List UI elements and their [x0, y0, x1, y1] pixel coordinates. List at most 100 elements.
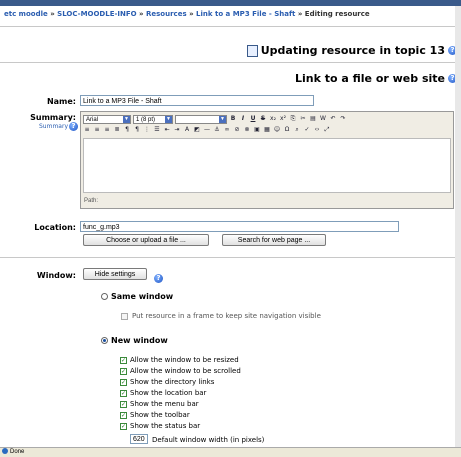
- highlight-color-icon[interactable]: ◩: [193, 126, 201, 134]
- option-label: Show the status bar: [130, 422, 201, 430]
- breadcrumb-separator: »: [297, 10, 303, 18]
- font-size-value: 1 (8 pt): [136, 116, 156, 123]
- new-window-radio[interactable]: [101, 337, 108, 344]
- status-text: Done: [10, 449, 25, 455]
- name-label: Name:: [46, 97, 76, 106]
- justify-icon[interactable]: ≣: [113, 126, 121, 134]
- anchor-icon[interactable]: ⚓: [213, 126, 221, 134]
- search-web-page-button[interactable]: Search for web page ...: [222, 234, 326, 246]
- section-title: Link to a file or web site ?: [295, 72, 457, 85]
- align-center-icon[interactable]: ≡: [93, 126, 101, 134]
- italic-icon[interactable]: I: [239, 115, 247, 123]
- nolink-icon[interactable]: ⊗: [243, 126, 251, 134]
- unordered-list-icon[interactable]: ☰: [153, 126, 161, 134]
- image-icon[interactable]: ▣: [253, 126, 261, 134]
- html-source-icon[interactable]: ‹›: [313, 126, 321, 134]
- table-icon[interactable]: ▦: [263, 126, 271, 134]
- unlink-icon[interactable]: ⊘: [233, 126, 241, 134]
- same-window-radio[interactable]: [101, 293, 108, 300]
- hide-settings-button[interactable]: Hide settings: [83, 268, 147, 280]
- summary-label: Summary:: [30, 113, 76, 122]
- location-bar-checkbox[interactable]: ✓: [120, 390, 127, 397]
- option-label: Show the menu bar: [130, 400, 199, 408]
- breadcrumb-current: Editing resource: [304, 10, 370, 18]
- menubar-checkbox[interactable]: ✓: [120, 401, 127, 408]
- ltr-icon[interactable]: ¶: [123, 126, 131, 134]
- location-input[interactable]: func_g.mp3: [80, 221, 399, 232]
- redo-icon[interactable]: ↷: [339, 115, 347, 123]
- editor-path-label: Path:: [84, 198, 99, 204]
- align-right-icon[interactable]: ≡: [103, 126, 111, 134]
- option-label: Show the toolbar: [130, 411, 190, 419]
- dropdown-arrow-icon: ▼: [219, 115, 226, 123]
- breadcrumb-separator: »: [139, 10, 144, 18]
- heading-select[interactable]: ▼: [175, 114, 227, 124]
- special-char-icon[interactable]: Ω: [283, 126, 291, 134]
- breadcrumb-link-site[interactable]: etc moodle: [4, 10, 48, 18]
- frame-checkbox[interactable]: [121, 313, 128, 320]
- divider: [0, 257, 461, 258]
- new-window-label: New window: [111, 336, 168, 345]
- copy-icon[interactable]: ⎘: [289, 115, 297, 123]
- indent-icon[interactable]: ⇥: [173, 126, 181, 134]
- font-family-select[interactable]: Arial ▼: [83, 114, 131, 124]
- font-family-value: Arial: [86, 116, 99, 123]
- name-input[interactable]: Link to a MP3 File - Shaft: [80, 95, 314, 106]
- page-title: Updating resource in topic 13 ?: [246, 44, 457, 57]
- link-icon[interactable]: ∞: [223, 126, 231, 134]
- bold-icon[interactable]: B: [229, 115, 237, 123]
- statusbar-checkbox[interactable]: ✓: [120, 423, 127, 430]
- resizable-checkbox[interactable]: ✓: [120, 357, 127, 364]
- ordered-list-icon[interactable]: ⋮: [143, 126, 151, 134]
- editor-toolbar-row-2: ≡ ≡ ≡ ≣ ¶ ¶ ⋮ ☰ ⇤ ⇥ A ◩ — ⚓ ∞ ⊘ ⊗ ▣ ▦ ☺ …: [83, 125, 331, 135]
- rtl-icon[interactable]: ¶: [133, 126, 141, 134]
- paste-word-icon[interactable]: W: [319, 115, 327, 123]
- smiley-icon[interactable]: ☺: [273, 126, 281, 134]
- breadcrumb-link-resources[interactable]: Resources: [146, 10, 187, 18]
- align-left-icon[interactable]: ≡: [83, 126, 91, 134]
- option-label: Show the directory links: [130, 378, 215, 386]
- help-icon[interactable]: ?: [69, 122, 78, 131]
- option-label: Show the location bar: [130, 389, 207, 397]
- breadcrumb-link-resource[interactable]: Link to a MP3 File - Shaft: [196, 10, 295, 18]
- text-color-icon[interactable]: A: [183, 126, 191, 134]
- html-editor: Arial ▼ 1 (8 pt) ▼ ▼ B I U S x₂ x² ⎘ ✂ ▤ W…: [80, 111, 454, 209]
- breadcrumb-separator: »: [50, 10, 55, 18]
- dropdown-arrow-icon: ▼: [123, 115, 130, 123]
- divider: [0, 62, 461, 63]
- document-icon: [246, 44, 258, 57]
- font-size-select[interactable]: 1 (8 pt) ▼: [133, 114, 173, 124]
- breadcrumb: etc moodle » SLOC-MOODLE-INFO » Resource…: [4, 10, 370, 18]
- divider: [0, 26, 461, 27]
- paste-icon[interactable]: ▤: [309, 115, 317, 123]
- vertical-scrollbar[interactable]: [455, 6, 461, 447]
- help-icon[interactable]: ?: [154, 274, 163, 283]
- superscript-icon[interactable]: x²: [279, 115, 287, 123]
- horizontal-rule-icon[interactable]: —: [203, 126, 211, 134]
- directories-checkbox[interactable]: ✓: [120, 379, 127, 386]
- section-title-text: Link to a file or web site: [294, 72, 445, 85]
- breadcrumb-separator: »: [189, 10, 194, 18]
- scrollbars-checkbox[interactable]: ✓: [120, 368, 127, 375]
- subscript-icon[interactable]: x₂: [269, 115, 277, 123]
- window-width-input[interactable]: 620: [130, 434, 148, 444]
- globe-icon: [2, 448, 8, 455]
- choose-file-button[interactable]: Choose or upload a file ...: [83, 234, 209, 246]
- cut-icon[interactable]: ✂: [299, 115, 307, 123]
- fullscreen-icon[interactable]: ⤢: [323, 126, 331, 134]
- underline-icon[interactable]: U: [249, 115, 257, 123]
- editor-toolbar-row-1: Arial ▼ 1 (8 pt) ▼ ▼ B I U S x₂ x² ⎘ ✂ ▤ W…: [83, 114, 347, 124]
- spellcheck-icon[interactable]: ✓: [303, 126, 311, 134]
- toolbar-checkbox[interactable]: ✓: [120, 412, 127, 419]
- dropdown-arrow-icon: ▼: [165, 115, 172, 123]
- summary-help-link[interactable]: Summary: [20, 123, 68, 130]
- search-replace-icon[interactable]: ⌕: [293, 126, 301, 134]
- strikethrough-icon[interactable]: S: [259, 115, 267, 123]
- breadcrumb-link-course[interactable]: SLOC-MOODLE-INFO: [57, 10, 136, 18]
- outdent-icon[interactable]: ⇤: [163, 126, 171, 134]
- window-width-label: Default window width (in pixels): [152, 436, 265, 444]
- undo-icon[interactable]: ↶: [329, 115, 337, 123]
- frame-option-label: Put resource in a frame to keep site nav…: [132, 312, 321, 320]
- window-top-strip: [0, 0, 461, 6]
- summary-edit-area[interactable]: [83, 138, 451, 193]
